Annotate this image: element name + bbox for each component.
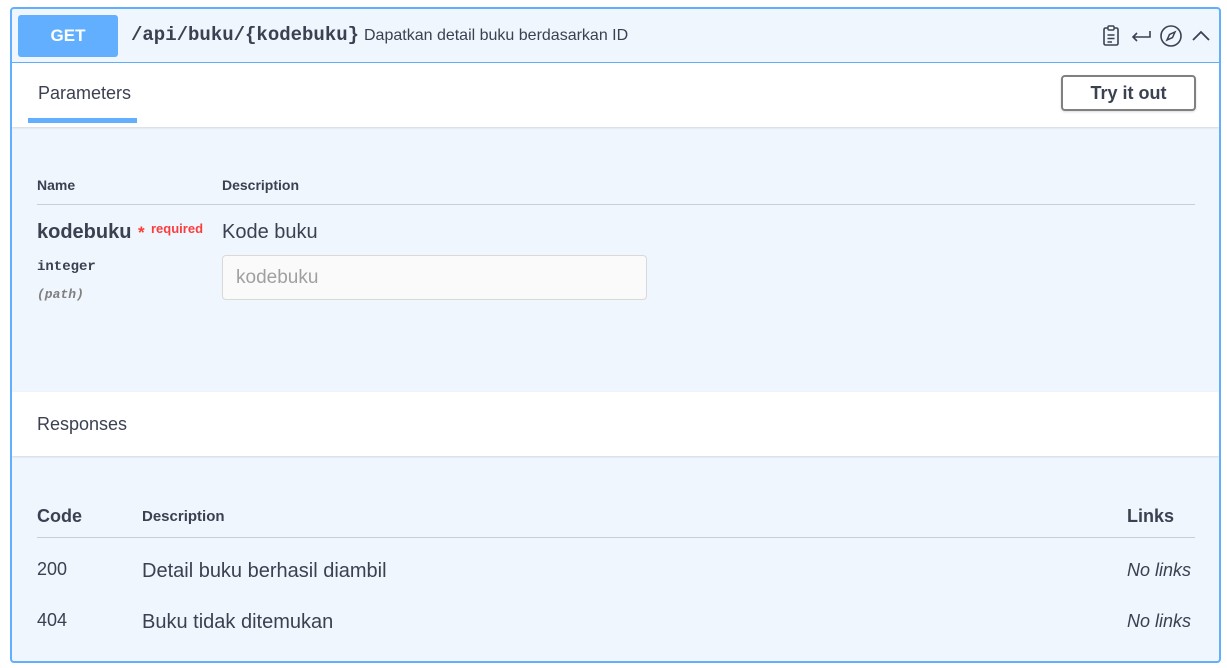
kodebuku-input[interactable] bbox=[222, 255, 647, 300]
parameter-name: kodebuku bbox=[37, 221, 132, 243]
response-description: Buku tidak ditemukan bbox=[142, 611, 334, 633]
required-label: required bbox=[151, 221, 204, 236]
return-arrow-icon[interactable] bbox=[1129, 24, 1153, 48]
parameters-section: Name Description kodebuku * required int… bbox=[12, 127, 1219, 392]
responses-table: Code Description Links 200 Detail buku b… bbox=[12, 456, 1219, 661]
parameter-location: (path) bbox=[37, 287, 84, 302]
parameters-header-divider bbox=[37, 204, 1195, 205]
tab-header: Parameters Try it out bbox=[12, 63, 1219, 127]
summary-actions bbox=[1099, 23, 1213, 49]
try-it-out-button[interactable]: Try it out bbox=[1061, 75, 1196, 111]
operation-block: GET /api/buku/{kodebuku} Dapatkan detail… bbox=[10, 7, 1221, 663]
chevron-up-icon[interactable] bbox=[1189, 24, 1213, 48]
clipboard-icon[interactable] bbox=[1099, 24, 1123, 48]
response-code: 200 bbox=[37, 559, 68, 579]
parameter-description: Kode buku bbox=[222, 221, 318, 243]
response-description: Detail buku berhasil diambil bbox=[142, 560, 387, 582]
tab-parameters[interactable]: Parameters bbox=[38, 83, 131, 104]
parameter-type: integer bbox=[37, 259, 96, 275]
responses-title: Responses bbox=[37, 414, 128, 434]
operation-summary[interactable]: GET /api/buku/{kodebuku} Dapatkan detail… bbox=[12, 9, 1219, 63]
responses-header: Responses bbox=[12, 392, 1219, 456]
compass-icon[interactable] bbox=[1159, 24, 1183, 48]
response-links: No links bbox=[1127, 560, 1192, 580]
required-star: * bbox=[138, 223, 145, 242]
parameters-name-header: Name bbox=[37, 177, 76, 193]
endpoint-description: Dapatkan detail buku berdasarkan ID bbox=[364, 27, 629, 44]
parameters-description-header: Description bbox=[222, 177, 300, 193]
endpoint-path[interactable]: /api/buku/{kodebuku} bbox=[131, 24, 359, 46]
responses-links-header: Links bbox=[1127, 506, 1175, 526]
response-links: No links bbox=[1127, 611, 1192, 631]
http-method-badge[interactable]: GET bbox=[18, 15, 118, 57]
responses-code-header: Code bbox=[37, 506, 82, 526]
active-tab-indicator bbox=[28, 118, 137, 123]
responses-description-header: Description bbox=[142, 508, 225, 525]
responses-header-divider bbox=[37, 537, 1195, 538]
response-code: 404 bbox=[37, 610, 68, 630]
